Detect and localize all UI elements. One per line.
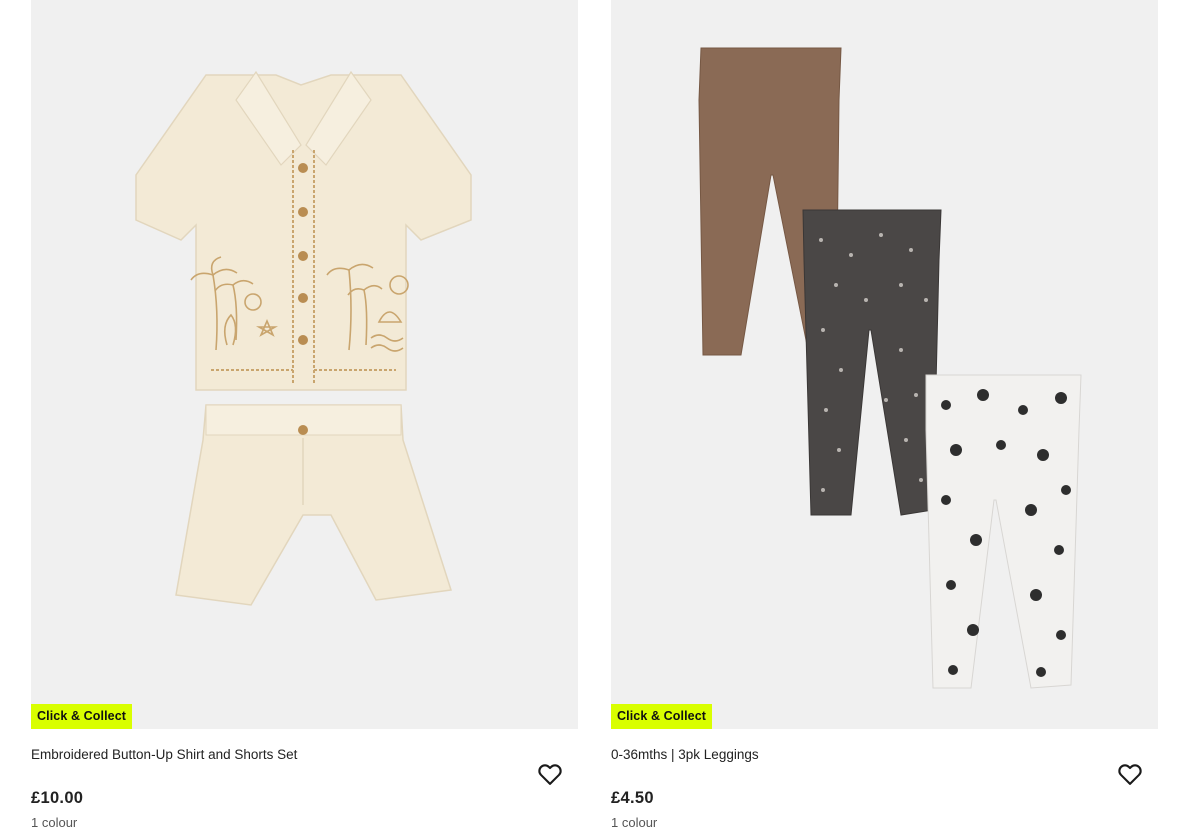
- product-price: £4.50: [611, 789, 654, 807]
- heart-icon[interactable]: [536, 760, 564, 788]
- product-image-shirt-shorts-set[interactable]: Click & Collect: [31, 0, 578, 729]
- colour-count[interactable]: 1 colour: [611, 815, 657, 830]
- heart-icon[interactable]: [1116, 760, 1144, 788]
- leggings-illustration: [698, 47, 1082, 689]
- product-grid: Click & Collect Embroidered Button-Up Sh…: [31, 0, 1158, 832]
- product-title[interactable]: 0-36mths | 3pk Leggings: [611, 747, 759, 762]
- product-card: Click & Collect 0-36mths | 3pk Leggings …: [611, 0, 1158, 832]
- shirt-shorts-illustration: [135, 70, 472, 606]
- colour-count[interactable]: 1 colour: [31, 815, 77, 830]
- product-price: £10.00: [31, 789, 84, 807]
- product-title[interactable]: Embroidered Button-Up Shirt and Shorts S…: [31, 747, 297, 762]
- click-collect-badge: Click & Collect: [31, 704, 133, 729]
- click-collect-badge: Click & Collect: [611, 704, 713, 729]
- product-image-leggings-3pk[interactable]: Click & Collect: [611, 0, 1158, 729]
- product-card: Click & Collect Embroidered Button-Up Sh…: [31, 0, 578, 832]
